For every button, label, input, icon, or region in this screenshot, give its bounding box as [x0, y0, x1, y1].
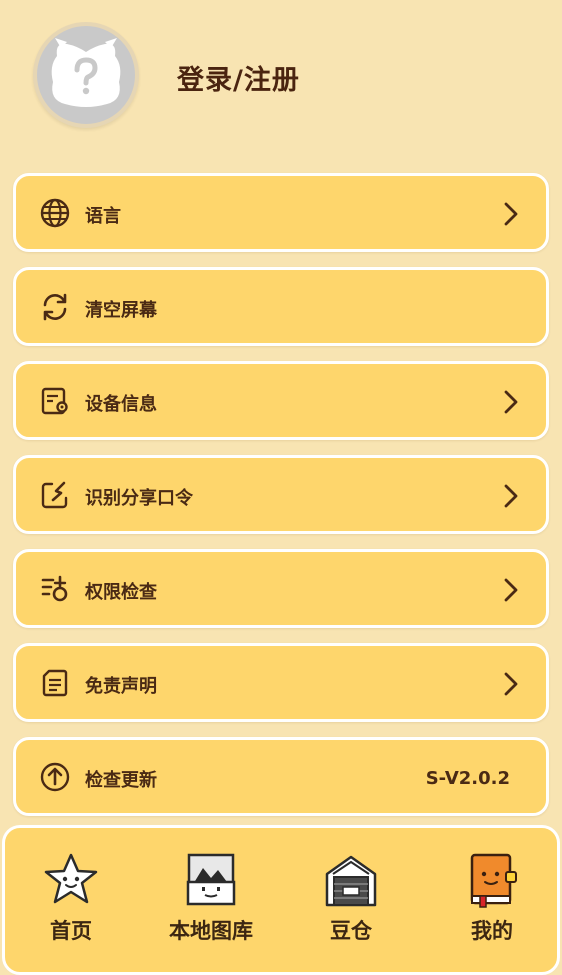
tab-local-gallery[interactable]: 本地图库 [156, 852, 266, 952]
tab-label: 本地图库 [169, 919, 253, 943]
tab-home[interactable]: 首页 [16, 852, 126, 952]
tab-label: 我的 [471, 919, 513, 943]
menu-item-label: 检查更新 [85, 770, 157, 791]
device-settings-icon [41, 387, 68, 415]
menu-item-language[interactable]: 语言 [13, 173, 549, 252]
profile-header: 登录/注册 [0, 0, 562, 160]
share-code-icon [41, 481, 68, 509]
chevron-right-icon [504, 578, 518, 602]
unknown-user-avatar-icon [51, 38, 121, 107]
login-register-link[interactable]: 登录/注册 [177, 58, 300, 97]
tab-label: 豆仓 [330, 919, 372, 943]
tab-label: 首页 [50, 919, 92, 943]
menu-item-label: 免责声明 [85, 676, 157, 697]
globe-icon [40, 198, 70, 228]
chevron-right-icon [504, 484, 518, 508]
chevron-right-icon [504, 202, 518, 226]
menu-item-share-code[interactable]: 识别分享口令 [13, 455, 549, 534]
book-mascot-icon [470, 853, 517, 908]
document-icon [42, 669, 68, 697]
menu-item-check-update[interactable]: 检查更新 S-V2.0.2 [13, 737, 549, 816]
menu-item-permission-check[interactable]: 权限检查 [13, 549, 549, 628]
avatar[interactable] [33, 22, 139, 128]
menu-item-label: 语言 [85, 206, 121, 227]
refresh-icon [43, 293, 67, 321]
menu-item-label: 识别分享口令 [85, 488, 193, 509]
tab-bean-warehouse[interactable]: 豆仓 [296, 852, 406, 952]
menu-item-clear-screen[interactable]: 清空屏幕 [13, 267, 549, 346]
warehouse-icon [325, 855, 377, 907]
menu-item-device-info[interactable]: 设备信息 [13, 361, 549, 440]
menu-item-label: 设备信息 [85, 394, 157, 415]
tab-mine[interactable]: 我的 [437, 852, 547, 952]
chevron-right-icon [504, 390, 518, 414]
menu-item-disclaimer[interactable]: 免责声明 [13, 643, 549, 722]
chevron-right-icon [504, 672, 518, 696]
menu-item-label: 权限检查 [85, 582, 157, 603]
upload-arrow-icon [40, 762, 70, 792]
bottom-tab-bar: 首页 本地图库 豆仓 我的 [2, 825, 560, 975]
permission-icon [41, 575, 68, 602]
version-text: S-V2.0.2 [425, 768, 510, 789]
gallery-icon [186, 853, 236, 906]
menu-item-label: 清空屏幕 [85, 300, 157, 321]
star-mascot-icon [44, 853, 98, 904]
